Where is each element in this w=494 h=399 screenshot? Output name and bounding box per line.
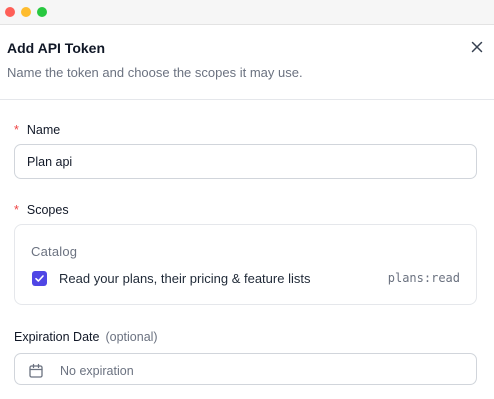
expiration-label: Expiration Date (optional) <box>14 330 158 344</box>
name-label: * Name <box>14 123 60 137</box>
scope-checkbox-plans-read[interactable] <box>32 271 47 286</box>
required-marker: * <box>14 203 19 217</box>
scope-code: plans:read <box>387 271 460 285</box>
window-close-button[interactable] <box>5 7 15 17</box>
window-titlebar <box>0 0 494 25</box>
expiration-date-picker[interactable]: No expiration <box>14 353 477 385</box>
optional-label: (optional) <box>105 330 158 344</box>
name-label-text: Name <box>26 123 61 137</box>
close-icon <box>471 41 483 53</box>
window-minimize-button[interactable] <box>21 7 31 17</box>
scopes-panel: Catalog Read your plans, their pricing &… <box>14 224 477 305</box>
required-marker: * <box>14 123 19 137</box>
expiration-label-text: Expiration Date <box>14 330 100 344</box>
window-maximize-button[interactable] <box>37 7 47 17</box>
modal-title: Add API Token <box>7 40 105 56</box>
calendar-icon <box>29 363 43 378</box>
scope-label[interactable]: Read your plans, their pricing & feature… <box>59 271 310 286</box>
modal-header: Add API Token Name the token and choose … <box>0 26 494 100</box>
name-input-value: Plan api <box>27 155 73 169</box>
modal-description: Name the token and choose the scopes it … <box>7 65 303 80</box>
scopes-label-text: Scopes <box>26 203 69 217</box>
expiration-value: No expiration <box>60 364 134 378</box>
check-icon <box>35 275 44 282</box>
scope-group-title: Catalog <box>31 244 78 259</box>
name-input[interactable]: Plan api <box>14 144 477 179</box>
close-button[interactable] <box>468 38 486 56</box>
scopes-label: * Scopes <box>14 203 69 217</box>
